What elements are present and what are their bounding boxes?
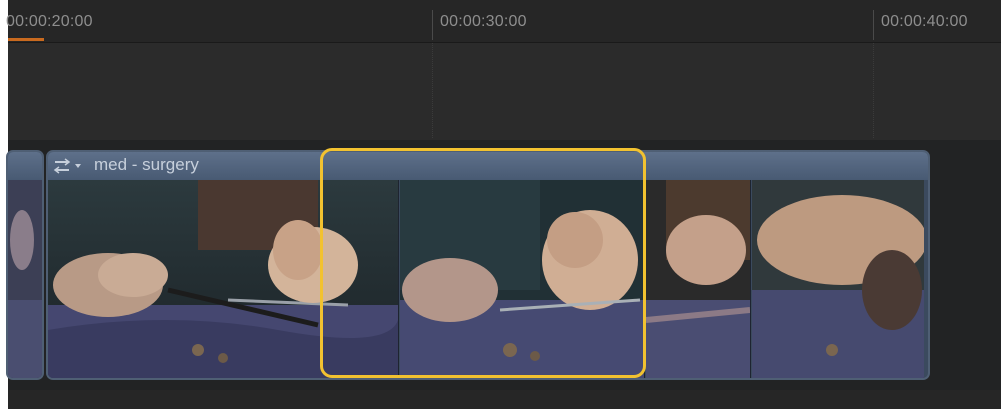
clip-options-icon[interactable] bbox=[53, 158, 89, 174]
range-start-handle[interactable] bbox=[320, 180, 323, 348]
timecode-30: 00:00:30:00 bbox=[440, 13, 527, 30]
empty-track-area bbox=[8, 43, 1001, 140]
clip-thumbnail bbox=[8, 180, 42, 378]
grid-line bbox=[432, 43, 433, 138]
playhead-marker[interactable] bbox=[8, 38, 44, 41]
grid-line bbox=[873, 43, 874, 138]
timeline-ruler[interactable]: 00:00:20:00 00:00:30:00 00:00:40:00 bbox=[6, 0, 1001, 43]
previous-clip[interactable] bbox=[6, 150, 44, 380]
range-end-handle[interactable] bbox=[643, 180, 646, 348]
clip-header bbox=[8, 152, 42, 180]
ruler-tick bbox=[873, 10, 874, 40]
timecode-40: 00:00:40:00 bbox=[881, 13, 968, 30]
clip-thumbnail bbox=[752, 180, 924, 378]
timeline-footer bbox=[8, 390, 1001, 409]
range-selection[interactable] bbox=[320, 148, 646, 378]
ruler-tick bbox=[432, 10, 433, 40]
clip-title: med - surgery bbox=[94, 155, 199, 174]
timecode-20: 00:00:20:00 bbox=[6, 13, 93, 30]
clip-thumbnail bbox=[646, 180, 751, 378]
